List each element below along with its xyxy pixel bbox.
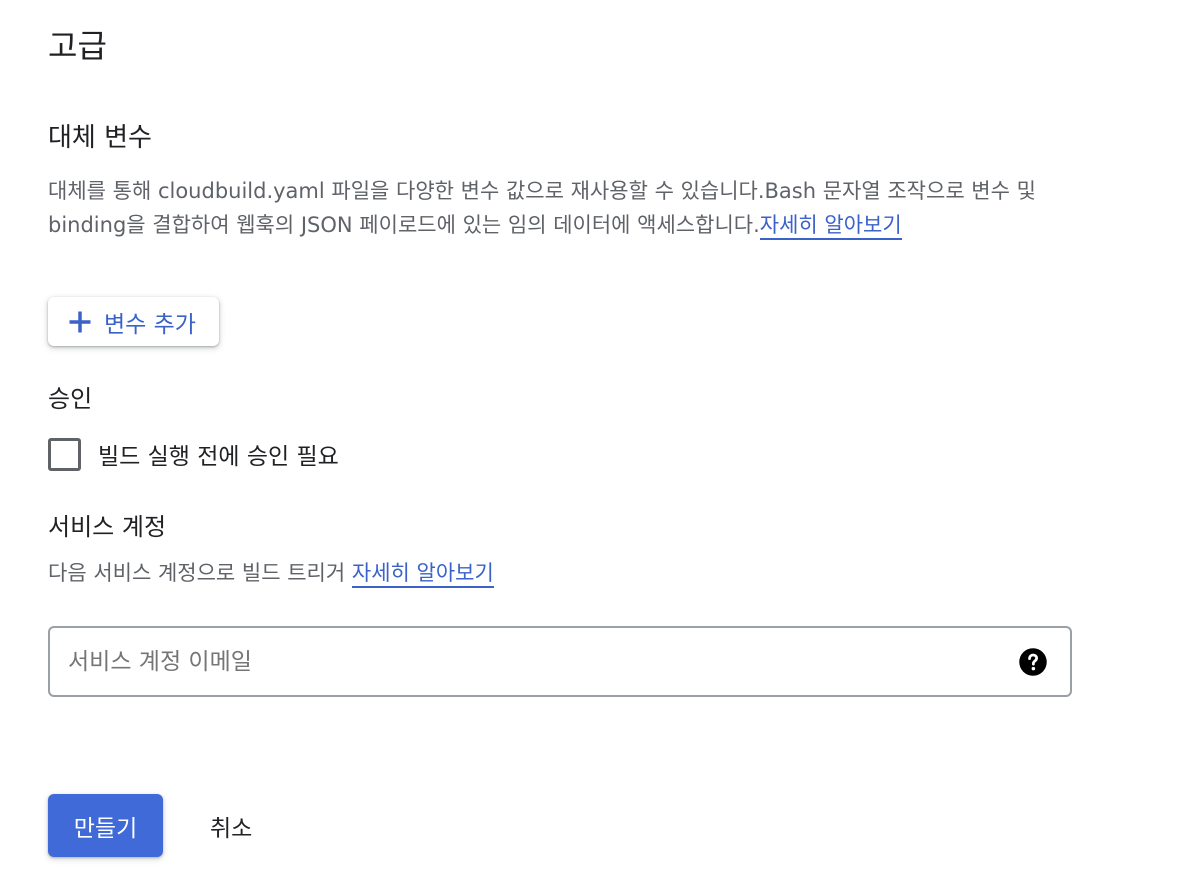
substitution-variables-description: 대체를 통해 cloudbuild.yaml 파일을 다양한 변수 값으로 재사… (48, 174, 1078, 242)
approval-title: 승인 (48, 385, 93, 413)
add-variable-button[interactable]: 변수 추가 (48, 297, 219, 346)
substitution-variables-title: 대체 변수 (48, 123, 152, 153)
cancel-button[interactable]: 취소 (188, 794, 274, 857)
substitution-learn-more-link[interactable]: 자세히 알아보기 (759, 213, 902, 240)
service-account-description: 다음 서비스 계정으로 빌드 트리거 자세히 알아보기 (48, 556, 494, 590)
service-account-title: 서비스 계정 (48, 513, 167, 541)
help-icon[interactable] (1018, 647, 1048, 677)
plus-icon (69, 311, 91, 332)
advanced-settings-page: 고급 대체 변수 대체를 통해 cloudbuild.yaml 파일을 다양한 … (0, 0, 1196, 880)
service-account-email-input[interactable] (50, 628, 1018, 695)
add-variable-label: 변수 추가 (104, 311, 196, 338)
service-account-description-text: 다음 서비스 계정으로 빌드 트리거 (48, 561, 346, 585)
approval-checkbox-row: 빌드 실행 전에 승인 필요 (48, 436, 339, 472)
service-account-learn-more-link[interactable]: 자세히 알아보기 (351, 561, 494, 588)
require-approval-label[interactable]: 빌드 실행 전에 승인 필요 (98, 437, 339, 471)
advanced-section-title: 고급 (48, 27, 107, 65)
require-approval-checkbox[interactable] (48, 437, 81, 471)
service-account-input-container (48, 626, 1072, 697)
create-button[interactable]: 만들기 (48, 794, 163, 857)
